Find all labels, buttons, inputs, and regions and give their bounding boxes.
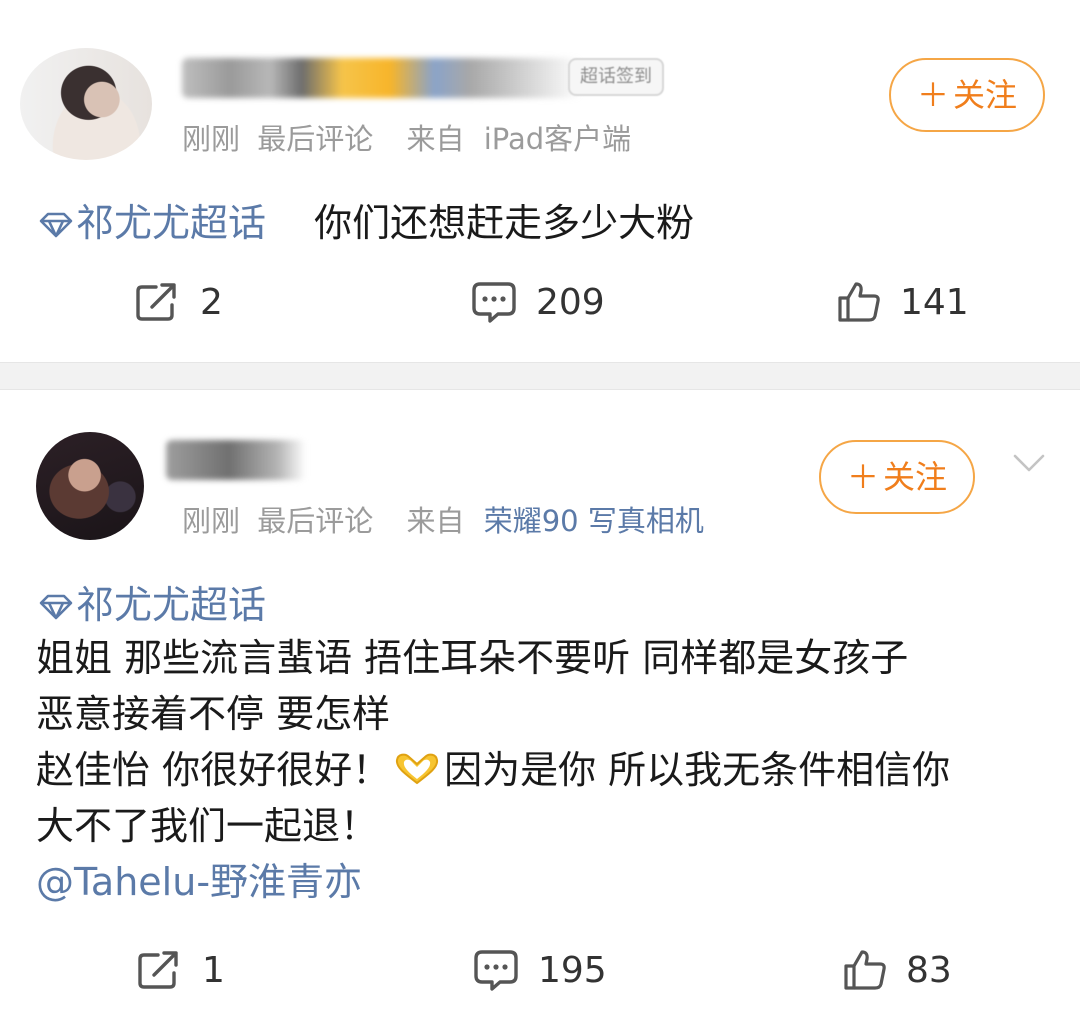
supertopic-row: 祁尤尤超话 xyxy=(38,574,266,629)
post-card: 超话签到 刚刚 最后评论 来自 iPad客户端 ＋关注 祁尤尤超话 你们还想赶走… xyxy=(0,0,1080,362)
follow-button[interactable]: ＋关注 xyxy=(819,440,975,514)
post-text: 姐姐 那些流言蜚语 捂住耳朵不要听 同样都是女孩子 恶意接着不停 要怎样 赵佳怡… xyxy=(36,630,1056,910)
post-text-segment: 赵佳怡 你很好很好！ xyxy=(36,748,391,792)
like-icon xyxy=(844,950,886,990)
post-text-segment: 因为是你 所以我无条件相信你 xyxy=(444,748,951,792)
post-text-line: 姐姐 那些流言蜚语 捂住耳朵不要听 同样都是女孩子 xyxy=(36,636,909,680)
post-time: 刚刚 xyxy=(182,122,241,156)
avatar[interactable] xyxy=(36,432,144,540)
checkin-badge: 超话签到 xyxy=(568,58,664,96)
like-count: 83 xyxy=(906,949,952,991)
post-text-line: 恶意接着不停 要怎样 xyxy=(36,692,391,736)
post-meta: 刚刚 最后评论 来自 iPad客户端 xyxy=(182,116,631,158)
username-redacted[interactable] xyxy=(166,440,306,480)
plus-icon: ＋ xyxy=(846,458,879,496)
post-text-line: 大不了我们一起退！ xyxy=(36,804,379,848)
diamond-icon xyxy=(39,594,73,620)
post-text-line-3: 赵佳怡 你很好很好！ 因为是你 所以我无条件相信你 xyxy=(36,742,1056,798)
repost-count: 1 xyxy=(202,949,225,991)
repost-button[interactable]: 2 xyxy=(134,272,223,332)
like-button[interactable]: 83 xyxy=(842,940,952,1000)
heart-hands-icon xyxy=(396,753,439,785)
section-divider xyxy=(0,362,1080,390)
comment-icon xyxy=(472,282,516,323)
source-label: 来自 xyxy=(406,504,465,538)
follow-label: 关注 xyxy=(953,76,1018,114)
post-content: 祁尤尤超话 你们还想赶走多少大粉 xyxy=(38,192,694,247)
comment-button[interactable]: 209 xyxy=(470,272,605,332)
post-time: 刚刚 xyxy=(182,504,241,538)
post-activity: 最后评论 xyxy=(257,122,374,156)
comment-icon xyxy=(474,950,518,991)
post-text: 你们还想赶走多少大粉 xyxy=(314,201,695,245)
repost-icon xyxy=(136,283,176,321)
supertopic-label: 祁尤尤超话 xyxy=(76,583,267,627)
repost-button[interactable]: 1 xyxy=(136,940,225,1000)
action-bar: 2 209 141 xyxy=(0,272,1080,332)
supertopic-label: 祁尤尤超话 xyxy=(76,201,267,245)
comment-count: 195 xyxy=(538,949,607,991)
username-redacted[interactable] xyxy=(182,58,582,98)
like-count: 141 xyxy=(900,281,969,323)
chevron-down-icon[interactable] xyxy=(1012,446,1046,480)
user-mention-link[interactable]: @Tahelu-野淮青亦 xyxy=(36,854,1056,910)
post-meta: 刚刚 最后评论 来自 荣耀90 写真相机 xyxy=(182,498,704,540)
weibo-feed: 超话签到 刚刚 最后评论 来自 iPad客户端 ＋关注 祁尤尤超话 你们还想赶走… xyxy=(0,0,1080,1024)
repost-icon xyxy=(138,951,178,989)
source-device: iPad客户端 xyxy=(483,122,632,156)
supertopic-link[interactable]: 祁尤尤超话 xyxy=(38,583,266,627)
comment-button[interactable]: 195 xyxy=(472,940,607,1000)
source-label: 来自 xyxy=(406,122,465,156)
like-icon xyxy=(838,282,880,322)
source-device-link[interactable]: 荣耀90 写真相机 xyxy=(484,504,704,538)
follow-label: 关注 xyxy=(883,458,948,496)
supertopic-link[interactable]: 祁尤尤超话 xyxy=(38,201,278,245)
post-activity: 最后评论 xyxy=(257,504,374,538)
repost-count: 2 xyxy=(200,281,223,323)
action-bar: 1 195 83 xyxy=(0,940,1080,1000)
follow-button[interactable]: ＋关注 xyxy=(889,58,1045,132)
diamond-icon xyxy=(39,212,73,238)
comment-count: 209 xyxy=(536,281,605,323)
plus-icon: ＋ xyxy=(916,76,949,114)
avatar[interactable] xyxy=(20,48,152,160)
like-button[interactable]: 141 xyxy=(836,272,969,332)
